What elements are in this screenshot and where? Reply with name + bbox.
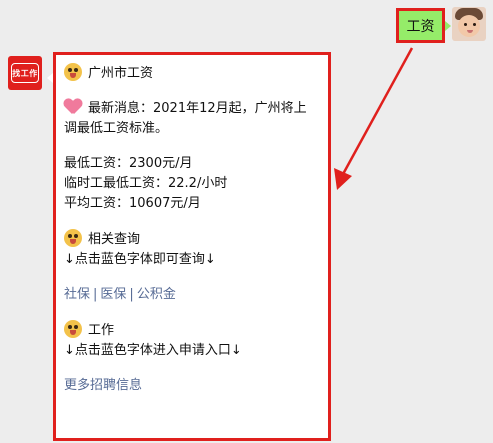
link-separator: | [129, 287, 134, 302]
link-social-security[interactable]: 社保 [64, 287, 90, 302]
avatar-face [458, 15, 480, 37]
face-with-tongue-icon [64, 320, 82, 338]
bot-message-bubble[interactable]: 广州市工资 最新消息：2021年12月起，广州将上 调最低工资标准。 最低工资：… [47, 52, 331, 441]
min-wage: 最低工资：2300元/月 [64, 156, 193, 171]
work-title: 工作 [88, 323, 115, 338]
more-jobs-link[interactable]: 更多招聘信息 [64, 376, 320, 396]
links-row: 社保 | 医保 | 公积金 [64, 285, 320, 305]
avatar-eye-right [473, 23, 476, 26]
face-with-tongue-icon [64, 63, 82, 81]
link-medical-insurance[interactable]: 医保 [100, 287, 126, 302]
link-housing-fund[interactable]: 公积金 [137, 287, 176, 302]
related-title: 相关查询 [88, 232, 141, 247]
face-with-tongue-icon [64, 229, 82, 247]
temp-min-wage: 临时工最低工资：22.2/小时 [64, 176, 228, 191]
bot-avatar[interactable]: 找工作 [8, 56, 42, 90]
related-hint: ↓点击蓝色字体即可查询↓ [64, 252, 216, 267]
app-logo-icon: 找工作 [11, 63, 39, 83]
avg-wage: 平均工资：10607元/月 [64, 196, 201, 211]
user-message-text: 工资 [406, 18, 435, 35]
work-title-row: 工作 [64, 320, 320, 341]
avatar-eye-left [464, 23, 467, 26]
news-prefix: 最新消息： [88, 101, 154, 116]
news-line-1: 2021年12月起，广州将上 [153, 101, 307, 116]
user-avatar[interactable] [452, 7, 486, 41]
user-message-bubble[interactable]: 工资 [396, 8, 451, 43]
bot-title: 广州市工资 [88, 66, 154, 81]
bot-avatar-label: 找工作 [12, 68, 38, 78]
link-separator: | [93, 287, 98, 302]
heart-icon [64, 99, 82, 115]
news-line-2: 调最低工资标准。 [64, 121, 169, 136]
news-row: 最新消息：2021年12月起，广州将上 [64, 99, 320, 119]
related-title-row: 相关查询 [64, 229, 320, 250]
bot-title-row: 广州市工资 [64, 63, 320, 84]
work-hint: ↓点击蓝色字体进入申请入口↓ [64, 343, 242, 358]
